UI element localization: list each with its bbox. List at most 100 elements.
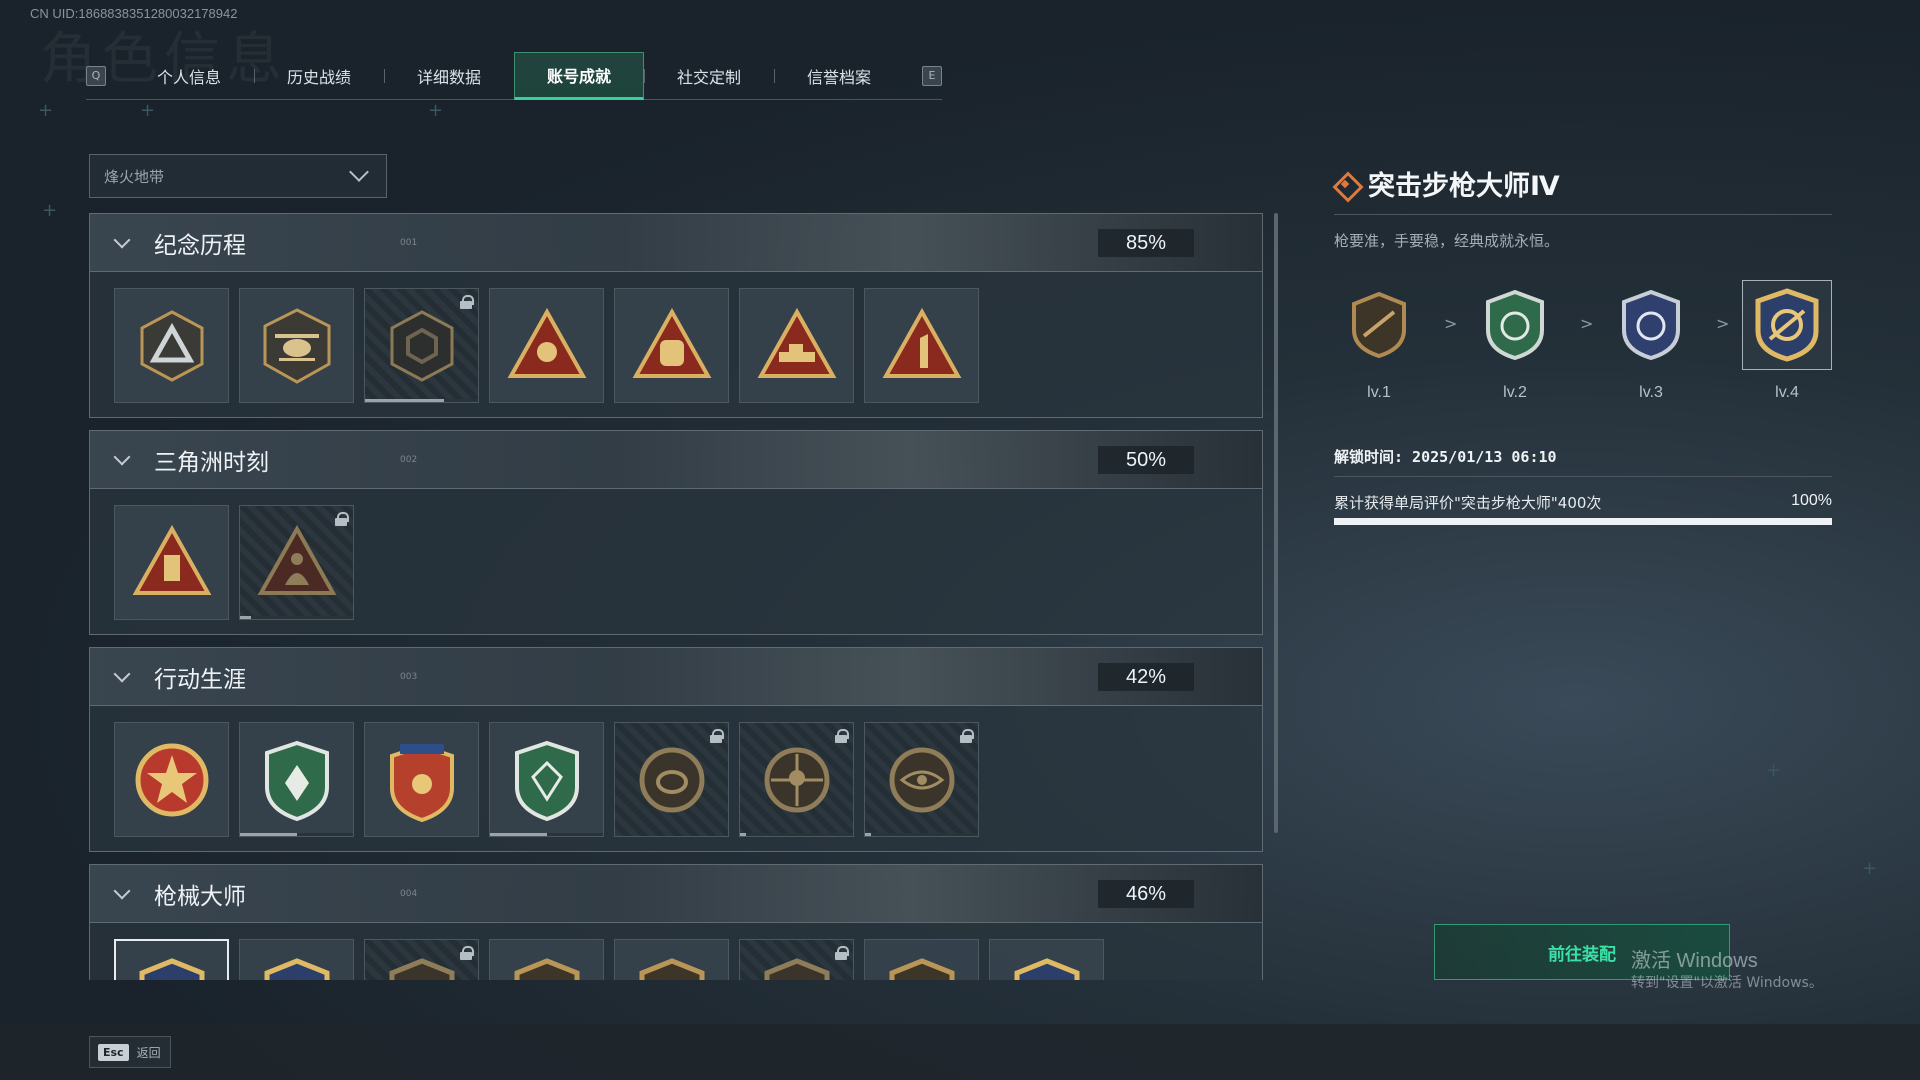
category-percent: 46%: [1098, 880, 1194, 908]
achievement-description: 枪要准，手要稳，经典成就永恒。: [1334, 232, 1560, 250]
level-1-badge[interactable]: [1334, 280, 1424, 370]
achievement-badge[interactable]: [239, 288, 354, 403]
category-name: 三角洲时刻: [154, 449, 269, 476]
list-scrollbar[interactable]: [1274, 213, 1278, 833]
crosshair-decoration: +: [428, 100, 444, 121]
level-arrow: >: [1716, 314, 1730, 333]
tab-next-key[interactable]: E: [922, 65, 942, 86]
rifle-shield-blue-icon: [1622, 289, 1680, 361]
bottom-bar: [0, 1024, 1920, 1080]
tab-personal-info[interactable]: 个人信息: [124, 52, 254, 100]
achievement-badge[interactable]: [114, 722, 229, 837]
category-name: 行动生涯: [154, 666, 246, 693]
achievement-badge-locked[interactable]: [614, 722, 729, 837]
back-label: 返回: [136, 1045, 161, 1060]
category-header[interactable]: 三角洲时刻 002 50%: [90, 431, 1262, 489]
unlock-time: 解锁时间: 2025/01/13 06:10: [1334, 448, 1557, 466]
mode-dropdown-value: 烽火地带: [104, 167, 165, 186]
achievement-badge[interactable]: [739, 288, 854, 403]
tab-social[interactable]: 社交定制: [644, 52, 774, 100]
requirement-progress-bar: [1334, 518, 1832, 525]
category-delta-moments: 三角洲时刻 002 50%: [89, 430, 1263, 635]
requirement-text: 累计获得单局评价"突击步枪大师"400次: [1334, 494, 1602, 512]
back-button[interactable]: Esc 返回: [89, 1036, 171, 1068]
badge-progress-bar: [240, 616, 252, 619]
achievement-badge[interactable]: [239, 722, 354, 837]
level-arrow: >: [1444, 314, 1458, 333]
rifle-shield-gold-icon: [139, 957, 204, 980]
level-4-badge[interactable]: [1742, 280, 1832, 370]
category-header[interactable]: 行动生涯 003 42%: [90, 648, 1262, 706]
rifle-shield-gold-icon: [1014, 957, 1079, 980]
achievement-badge[interactable]: [489, 939, 604, 980]
weapon-shield-icon: [889, 957, 954, 980]
helmet-medal-icon: [639, 747, 704, 812]
achievement-badge[interactable]: [489, 288, 604, 403]
achievement-title: 突击步枪大师Ⅳ: [1368, 171, 1560, 202]
triangle-emblem-icon: [140, 309, 203, 382]
category-number: 001: [400, 238, 418, 248]
achievement-list: 纪念历程 001 85% 三角洲时刻 002 50% 行动生涯 003 42% …: [89, 213, 1263, 980]
achievement-badge-locked[interactable]: [239, 505, 354, 620]
category-percent: 85%: [1098, 229, 1194, 257]
achievement-badge[interactable]: [864, 288, 979, 403]
achievement-title-row: 突击步枪大师Ⅳ: [1334, 164, 1560, 203]
achievement-badge[interactable]: [614, 288, 729, 403]
achievement-badge-locked[interactable]: [864, 722, 979, 837]
category-percent: 50%: [1098, 446, 1194, 474]
achievement-badge-selected[interactable]: [114, 939, 229, 980]
achievement-badge[interactable]: [114, 505, 229, 620]
chevron-down-icon: [349, 162, 369, 182]
badge-progress-bar: [365, 399, 445, 402]
achievement-badge-locked[interactable]: [364, 939, 479, 980]
lock-icon: [335, 512, 349, 526]
tab-detailed-data[interactable]: 详细数据: [384, 52, 514, 100]
category-header[interactable]: 枪械大师 004 46%: [90, 865, 1262, 923]
level-progression: lv.1 > lv.2 > lv.3 > lv.4: [1334, 280, 1832, 410]
badge-progress-bar: [490, 833, 547, 836]
eye-medal-icon: [889, 747, 954, 812]
achievement-badge[interactable]: [614, 939, 729, 980]
diamond-icon: [1334, 173, 1356, 195]
category-header[interactable]: 纪念历程 001 85%: [90, 214, 1262, 272]
level-2-label: lv.2: [1503, 384, 1527, 401]
achievement-badge[interactable]: [239, 939, 354, 980]
tab-reputation[interactable]: 信誉档案: [774, 52, 904, 100]
tab-achievements[interactable]: 账号成就: [514, 51, 644, 100]
category-number: 003: [400, 672, 418, 682]
lock-icon: [835, 729, 849, 743]
hexagon-emblem-icon: [390, 309, 453, 382]
achievement-badge[interactable]: [364, 722, 479, 837]
windows-watermark-subtitle: 转到"设置"以激活 Windows。: [1631, 975, 1823, 991]
achievement-badge[interactable]: [864, 939, 979, 980]
crosshair-decoration: +: [1766, 760, 1782, 781]
badge-progress-bar: [740, 833, 746, 836]
tab-prev-key[interactable]: Q: [86, 65, 106, 86]
mode-dropdown[interactable]: 烽火地带: [89, 154, 387, 198]
weapon-shield-icon: [639, 957, 704, 980]
number-one-triangle-icon: [882, 307, 961, 378]
achievement-badge[interactable]: [114, 288, 229, 403]
level-1-label: lv.1: [1367, 384, 1391, 401]
go-equip-label: 前往装配: [1548, 944, 1616, 965]
achievement-badge[interactable]: [989, 939, 1104, 980]
achievement-badge[interactable]: [489, 722, 604, 837]
category-memorial: 纪念历程 001 85%: [89, 213, 1263, 418]
weapon-shield-icon: [514, 957, 579, 980]
achievement-badge-locked[interactable]: [739, 722, 854, 837]
figure-triangle-icon: [257, 524, 336, 595]
level-2-badge[interactable]: [1470, 280, 1560, 370]
winged-shield-icon: [389, 743, 454, 822]
level-3-badge[interactable]: [1606, 280, 1696, 370]
achievement-badge-locked[interactable]: [739, 939, 854, 980]
divider: [1334, 214, 1832, 215]
weapon-shield-icon: [764, 957, 829, 980]
usb-triangle-icon: [132, 524, 211, 595]
requirement-percent: 100%: [1791, 492, 1832, 509]
level-4-label: lv.4: [1775, 384, 1799, 401]
skull-crosshair-icon: [764, 747, 829, 812]
lock-icon: [460, 946, 474, 960]
rifle-shield-green-icon: [1486, 289, 1544, 361]
achievement-badge-locked[interactable]: [364, 288, 479, 403]
tab-history[interactable]: 历史战绩: [254, 52, 384, 100]
